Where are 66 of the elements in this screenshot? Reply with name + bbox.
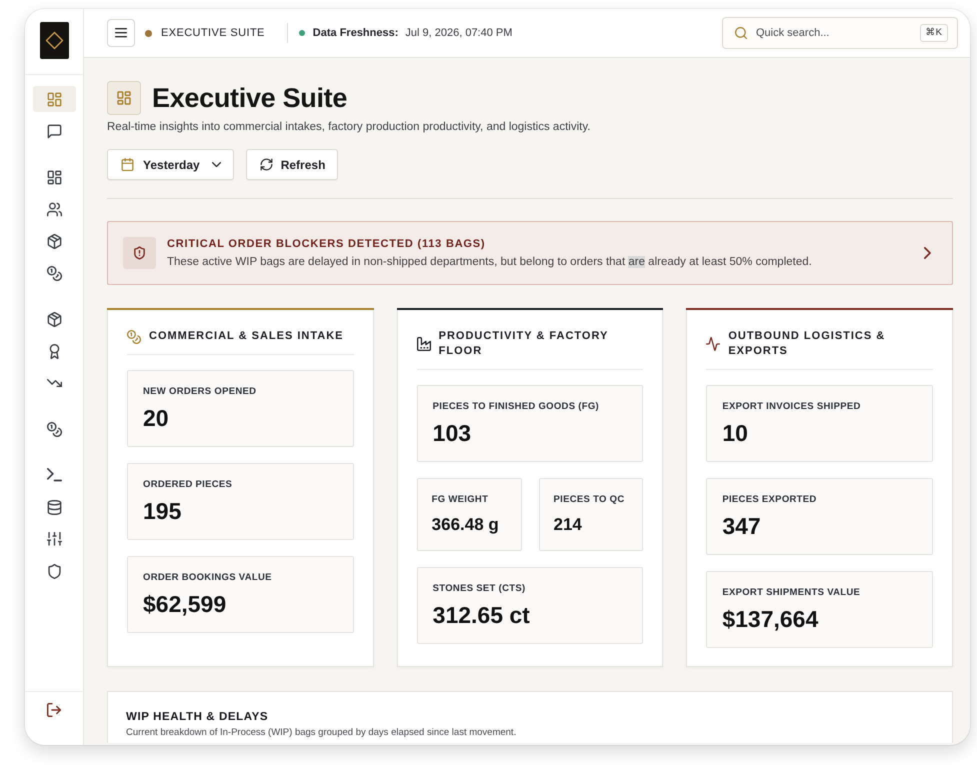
logo-icon xyxy=(40,22,68,59)
metric-value: 10 xyxy=(722,420,749,446)
coins-icon xyxy=(46,266,62,280)
status-dot-icon xyxy=(298,30,305,36)
chat-icon xyxy=(46,124,62,138)
freshness-value: Jul 9, 2026, 07:40 PM xyxy=(405,27,512,39)
metric-value: 103 xyxy=(432,420,472,446)
shield-alert-icon xyxy=(123,237,156,269)
trend-down-icon xyxy=(46,378,62,388)
metric-label: PIECES TO FINISHED GOODS (FG) xyxy=(432,401,600,413)
database-icon xyxy=(46,500,62,514)
metric-value: $137,664 xyxy=(722,606,820,632)
pulse-icon xyxy=(706,337,720,351)
metric-value: 195 xyxy=(143,498,182,524)
terminal-icon xyxy=(46,468,62,482)
award-icon xyxy=(46,344,62,358)
card-title: COMMERCIAL & SALES INTAKE xyxy=(149,329,344,344)
users-icon xyxy=(46,202,62,216)
alert-description: These active WIP bags are delayed in non-shipped departments, but belong to orders that are already at least 50% completed. xyxy=(167,255,813,269)
freshness-label: Data Freshness: xyxy=(312,27,398,39)
metric-value: 312.65 ct xyxy=(432,602,531,628)
search-icon xyxy=(735,27,747,39)
box-icon xyxy=(46,312,62,326)
refresh-button[interactable]: Refresh xyxy=(246,149,338,180)
page-label: EXECUTIVE SUITE xyxy=(161,27,265,39)
metric-label: PIECES EXPORTED xyxy=(722,494,818,506)
metric-value: 214 xyxy=(554,515,583,535)
panel-title: WIP HEALTH & DELAYS xyxy=(126,710,270,724)
shortcut-key: ⌘K xyxy=(920,24,948,42)
dashboard-icon xyxy=(46,170,62,184)
card-title: OUTBOUND LOGISTICS & EXPORTS xyxy=(728,329,886,359)
shield-icon xyxy=(46,564,62,578)
metric-value: 347 xyxy=(722,513,762,539)
date-filter-dropdown[interactable]: Yesterday xyxy=(107,149,234,180)
metric-label: STONES SET (CTS) xyxy=(432,583,526,595)
menu-button[interactable] xyxy=(107,19,135,47)
dashboard-icon xyxy=(107,81,141,115)
metric-label: PIECES TO QC xyxy=(554,494,626,506)
menu-icon xyxy=(115,28,127,38)
metric-label: FG WEIGHT xyxy=(432,494,490,506)
panel-subtitle: Current breakdown of In-Process (WIP) bags grouped by days elapsed since last movement. xyxy=(126,727,518,739)
chevron-down-icon xyxy=(212,162,221,168)
coins-icon xyxy=(46,422,62,436)
metric-value: $62,599 xyxy=(143,591,228,617)
dot-icon xyxy=(145,30,152,36)
metric-label: EXPORT INVOICES SHIPPED xyxy=(722,401,862,413)
alert-title: CRITICAL ORDER BLOCKERS DETECTED (113 BAGS) xyxy=(167,237,486,251)
alert-banner[interactable]: CRITICAL ORDER BLOCKERS DETECTED (113 BAGS) These active WIP bags are delayed in non-shipped departments, but belong to orders that are already at least 50% completed. xyxy=(107,221,953,285)
page-subtitle: Real-time insights into commercial intakes, factory production productivity, and logistics activity. xyxy=(107,121,592,134)
card-title: PRODUCTIVITY & FACTORY FLOOR xyxy=(438,329,610,359)
metric-value: 20 xyxy=(143,405,170,431)
calendar-icon xyxy=(121,158,134,171)
metric-label: EXPORT SHIPMENTS VALUE xyxy=(722,587,862,599)
metric-label: ORDER BOOKINGS VALUE xyxy=(143,572,273,584)
logout-icon xyxy=(47,703,61,717)
metric-label: NEW ORDERS OPENED xyxy=(143,386,258,398)
dashboard-icon xyxy=(46,92,62,106)
sliders-icon xyxy=(46,532,62,546)
factory-icon xyxy=(416,337,431,351)
page-title: Executive Suite xyxy=(152,82,348,115)
metric-value: 366.48 g xyxy=(432,515,500,535)
chevron-right-icon xyxy=(924,247,931,259)
box-icon xyxy=(46,234,62,248)
metric-label: ORDERED PIECES xyxy=(143,479,234,491)
refresh-icon xyxy=(260,158,273,171)
coins-icon xyxy=(127,330,141,344)
